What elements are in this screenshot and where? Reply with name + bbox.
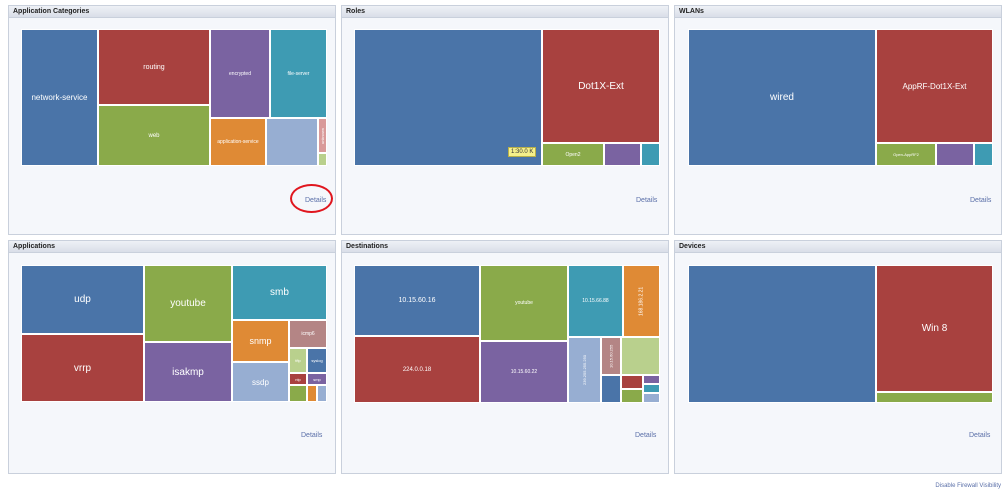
- treemap-cell[interactable]: 239.255.255.250: [568, 337, 601, 403]
- treemap-cell[interactable]: [876, 392, 993, 403]
- panel-destinations: Destinations 10.15.60.16 224.0.0.18 yout…: [341, 240, 669, 474]
- treemap-cell[interactable]: [307, 385, 317, 402]
- treemap-cell[interactable]: 10.15.60.255: [601, 337, 621, 375]
- details-link[interactable]: Details: [969, 432, 990, 439]
- treemap-cell[interactable]: [317, 385, 327, 402]
- treemap: network-service routing web encrypted fi…: [21, 29, 334, 166]
- treemap-cell[interactable]: 10.15.66.88: [568, 265, 623, 337]
- treemap-cell[interactable]: [621, 337, 660, 375]
- treemap-cell[interactable]: snmp: [232, 320, 289, 362]
- treemap-cell[interactable]: wired: [688, 29, 876, 166]
- treemap-cell[interactable]: [643, 375, 660, 384]
- treemap-cell[interactable]: Win 8: [876, 265, 993, 392]
- treemap-cell[interactable]: [643, 393, 660, 403]
- treemap-cell[interactable]: smb: [232, 265, 327, 320]
- details-link[interactable]: Details: [301, 432, 322, 439]
- panel-devices: Devices Win 8 Details: [674, 240, 1002, 474]
- treemap: 10.15.60.16 224.0.0.18 youtube 10.15.60.…: [354, 265, 660, 403]
- value-tooltip: 1:30.0 K: [508, 147, 537, 157]
- treemap-cell[interactable]: [974, 143, 993, 166]
- treemap-cell[interactable]: Open-AppRF2: [876, 143, 936, 166]
- treemap-cell[interactable]: AppRF-Dot1X-Ext: [876, 29, 993, 143]
- treemap-cell[interactable]: 10.15.60.22: [480, 341, 568, 403]
- disable-firewall-visibility-link[interactable]: Disable Firewall Visibility: [935, 483, 1001, 489]
- treemap: Win 8: [688, 265, 993, 403]
- treemap-cell[interactable]: isakmp: [144, 342, 232, 402]
- treemap: wired AppRF-Dot1X-Ext Open-AppRF2: [688, 29, 993, 166]
- treemap-cell[interactable]: encrypted: [210, 29, 270, 118]
- treemap-cell[interactable]: vrrp: [21, 334, 144, 402]
- treemap-cell[interactable]: tftp: [289, 348, 307, 373]
- panel-wlans: WLANs wired AppRF-Dot1X-Ext Open-AppRF2 …: [674, 5, 1002, 235]
- panel-title: Destinations: [342, 241, 668, 253]
- treemap-cell[interactable]: file-server: [270, 29, 327, 118]
- treemap-cell[interactable]: 10.15.60.16: [354, 265, 480, 336]
- treemap-cell[interactable]: [621, 389, 643, 403]
- treemap-cell[interactable]: ssdp: [232, 362, 289, 402]
- treemap-cell[interactable]: unknown: [318, 118, 327, 153]
- treemap-cell[interactable]: [601, 375, 621, 403]
- panel-title: WLANs: [675, 6, 1001, 18]
- treemap-cell[interactable]: [604, 143, 641, 166]
- details-link[interactable]: Details: [970, 197, 991, 204]
- panel-applications: Applications udp vrrp youtube isakmp smb…: [8, 240, 336, 474]
- panel-title: Devices: [675, 241, 1001, 253]
- treemap-cell[interactable]: youtube: [144, 265, 232, 342]
- treemap-cell[interactable]: [621, 375, 643, 389]
- treemap-cell[interactable]: routing: [98, 29, 210, 105]
- treemap-cell[interactable]: Open2: [542, 143, 604, 166]
- treemap-cell[interactable]: syslog: [307, 348, 327, 373]
- panel-title: Roles: [342, 6, 668, 18]
- panel-application-categories: Application Categories network-service r…: [8, 5, 336, 235]
- treemap: udp vrrp youtube isakmp smb snmp ssdp ic…: [21, 265, 327, 402]
- panel-title: Applications: [9, 241, 335, 253]
- treemap-cell[interactable]: application-service: [210, 118, 266, 166]
- treemap-cell[interactable]: [936, 143, 974, 166]
- details-link[interactable]: Details: [635, 432, 656, 439]
- treemap-cell[interactable]: network-service: [21, 29, 98, 166]
- treemap-cell[interactable]: [266, 118, 318, 166]
- panel-title: Application Categories: [9, 6, 335, 18]
- treemap-cell[interactable]: [289, 385, 307, 402]
- treemap-cell[interactable]: [641, 143, 660, 166]
- treemap-cell[interactable]: icmp6: [289, 320, 327, 348]
- treemap-cell[interactable]: [318, 153, 327, 166]
- treemap-cell[interactable]: 224.0.0.18: [354, 336, 480, 403]
- treemap: Dot1X-Ext Open2: [354, 29, 660, 166]
- treemap-cell[interactable]: [354, 29, 542, 166]
- treemap-cell[interactable]: udp: [21, 265, 144, 334]
- treemap-cell[interactable]: [688, 265, 876, 403]
- treemap-cell[interactable]: smp: [307, 373, 327, 385]
- details-link[interactable]: Details: [636, 197, 657, 204]
- treemap-cell[interactable]: youtube: [480, 265, 568, 341]
- treemap-cell[interactable]: Dot1X-Ext: [542, 29, 660, 143]
- treemap-cell[interactable]: [643, 384, 660, 393]
- highlight-circle: [290, 184, 333, 213]
- treemap-cell[interactable]: ntp: [289, 373, 307, 385]
- treemap-cell[interactable]: web: [98, 105, 210, 166]
- panel-roles: Roles Dot1X-Ext Open2 1:30.0 K Details: [341, 5, 669, 235]
- treemap-cell[interactable]: 168.186.2.21: [623, 265, 660, 337]
